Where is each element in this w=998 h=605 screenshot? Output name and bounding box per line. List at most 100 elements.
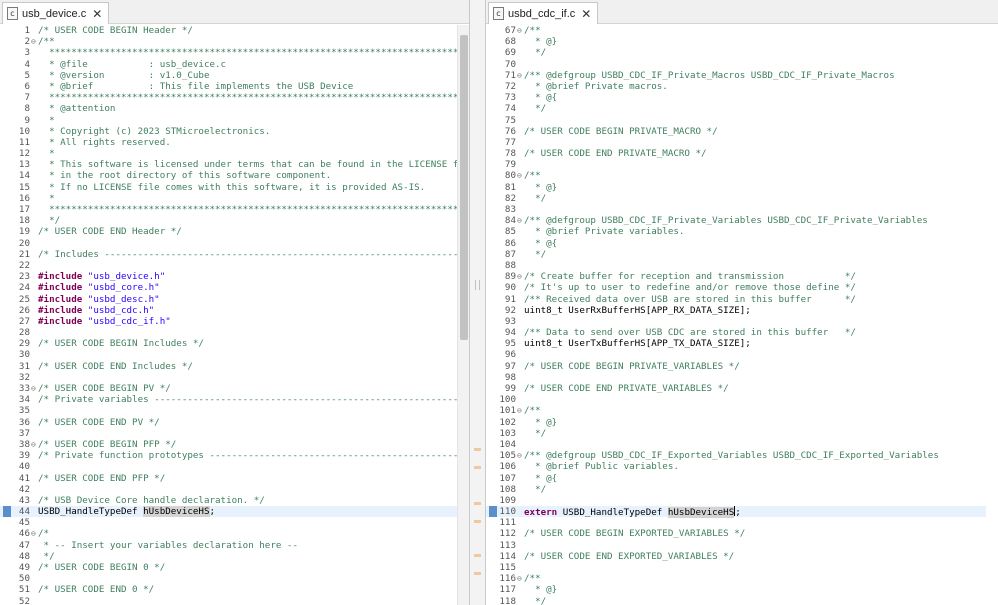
code-line[interactable]: 81 * @} — [486, 182, 986, 193]
code-line[interactable]: 83 — [486, 204, 986, 215]
code-line[interactable]: 112 /* USER CODE BEGIN EXPORTED_VARIABLES… — [486, 528, 986, 539]
code-line[interactable]: 41 /* USER CODE END PFP */ — [0, 473, 457, 484]
close-icon[interactable]: ✕ — [581, 7, 591, 21]
code-line[interactable]: 49 /* USER CODE BEGIN 0 */ — [0, 562, 457, 573]
code-line[interactable]: 82 */ — [486, 193, 986, 204]
code-line[interactable]: 95 uint8_t UserTxBufferHS[APP_TX_DATA_SIZ… — [486, 338, 986, 349]
fold-toggle-icon[interactable]: ⊖ — [31, 439, 38, 450]
code-line[interactable]: 94 /** Data to send over USB CDC are stor… — [486, 327, 986, 338]
code-line[interactable]: 48 */ — [0, 551, 457, 562]
code-line[interactable]: 20 — [0, 238, 457, 249]
code-line[interactable]: 9 * — [0, 115, 457, 126]
code-line[interactable]: 117 * @} — [486, 584, 986, 595]
code-line[interactable]: 109 — [486, 495, 986, 506]
scrollbar-thumb[interactable] — [460, 35, 468, 340]
code-line[interactable]: 77 — [486, 137, 986, 148]
code-line[interactable]: 93 — [486, 316, 986, 327]
code-line[interactable]: 45 — [0, 517, 457, 528]
code-line[interactable]: 75 — [486, 115, 986, 126]
code-line[interactable]: 85 * @brief Private variables. — [486, 226, 986, 237]
code-line[interactable]: 21 /* Includes --------------------------… — [0, 249, 469, 260]
code-line[interactable]: 98 — [486, 372, 986, 383]
code-line[interactable]: 38 ⊖/* USER CODE BEGIN PFP */ — [0, 439, 457, 450]
code-line[interactable]: 113 — [486, 540, 986, 551]
code-line[interactable]: 47 * -- Insert your variables declaratio… — [0, 540, 457, 551]
code-line[interactable]: 42 — [0, 484, 457, 495]
code-line[interactable]: 87 */ — [486, 249, 986, 260]
code-line[interactable]: 35 — [0, 405, 457, 416]
fold-toggle-icon[interactable]: ⊖ — [517, 405, 524, 416]
code-line[interactable]: 37 — [0, 428, 457, 439]
code-line[interactable]: 14 * in the root directory of this softw… — [0, 170, 457, 181]
code-line[interactable]: 46 ⊖/* — [0, 528, 457, 539]
code-line[interactable]: 39 /* Private function prototypes -------… — [0, 450, 469, 461]
code-line[interactable]: 2 ⊖/** — [0, 36, 457, 47]
code-line[interactable]: 72 * @brief Private macros. — [486, 81, 986, 92]
fold-toggle-icon[interactable]: ⊖ — [31, 383, 38, 394]
code-line[interactable]: 33 ⊖/* USER CODE BEGIN PV */ — [0, 383, 457, 394]
code-line[interactable]: 50 — [0, 573, 457, 584]
code-line[interactable]: 34 /* Private variables -----------------… — [0, 394, 469, 405]
code-line[interactable]: 103 */ — [486, 428, 986, 439]
code-line[interactable]: 100 — [486, 394, 986, 405]
code-line[interactable]: 25 #include "usbd_desc.h" — [0, 294, 457, 305]
code-line[interactable]: 111 — [486, 517, 986, 528]
code-line[interactable]: 116 ⊖/** — [486, 573, 986, 584]
code-line[interactable]: 114 /* USER CODE END EXPORTED_VARIABLES *… — [486, 551, 986, 562]
fold-toggle-icon[interactable]: ⊖ — [31, 528, 38, 539]
code-line[interactable]: 29 /* USER CODE BEGIN Includes */ — [0, 338, 457, 349]
editor-splitter[interactable] — [470, 0, 485, 605]
code-line[interactable]: 27 #include "usbd_cdc_if.h" — [0, 316, 457, 327]
fold-toggle-icon[interactable]: ⊖ — [517, 271, 524, 282]
tab-usbd-cdc-if-c[interactable]: c usbd_cdc_if.c ✕ — [488, 2, 599, 24]
code-line[interactable]: 16 * — [0, 193, 457, 204]
code-line[interactable]: 101 ⊖/** — [486, 405, 986, 416]
code-line[interactable]: 91 /** Received data over USB are stored … — [486, 294, 986, 305]
code-line[interactable]: 52 — [0, 596, 457, 605]
code-editor[interactable]: 67 ⊖/** 68 * @} 69 */70 71 ⊖/** @defgroup USB… — [486, 25, 986, 605]
code-line[interactable]: 18 */ — [0, 215, 457, 226]
code-line[interactable]: 102 * @} — [486, 417, 986, 428]
code-line[interactable]: 22 — [0, 260, 457, 271]
fold-toggle-icon[interactable]: ⊖ — [31, 36, 38, 47]
fold-toggle-icon[interactable]: ⊖ — [517, 573, 524, 584]
tab-usb-device-c[interactable]: c usb_device.c ✕ — [2, 2, 110, 24]
code-line[interactable]: 24 #include "usbd_core.h" — [0, 282, 457, 293]
code-line[interactable]: 89 ⊖/* Create buffer for reception and tr… — [486, 271, 986, 282]
code-line[interactable]: 19 /* USER CODE END Header */ — [0, 226, 457, 237]
code-line[interactable]: 15 * If no LICENSE file comes with this … — [0, 182, 457, 193]
fold-toggle-icon[interactable]: ⊖ — [517, 170, 524, 181]
code-line[interactable]: 4 * @file : usb_device.c — [0, 59, 457, 70]
fold-toggle-icon[interactable]: ⊖ — [517, 215, 524, 226]
code-line[interactable]: 107 * @{ — [486, 473, 986, 484]
vertical-scrollbar[interactable] — [457, 25, 469, 605]
code-line[interactable]: 6 * @brief : This file implements the US… — [0, 81, 457, 92]
code-line[interactable]: 73 * @{ — [486, 92, 986, 103]
code-line[interactable]: 118 */ — [486, 596, 986, 605]
code-line[interactable]: 70 — [486, 59, 986, 70]
code-line[interactable]: 12 * — [0, 148, 457, 159]
code-line[interactable]: 86 * @{ — [486, 238, 986, 249]
code-line[interactable]: 84 ⊖/** @defgroup USBD_CDC_IF_Private_Var… — [486, 215, 986, 226]
code-line[interactable]: 90 /* It's up to user to redefine and/or … — [486, 282, 986, 293]
code-line[interactable]: 5 * @version : v1.0_Cube — [0, 70, 457, 81]
code-line[interactable]: 115 — [486, 562, 986, 573]
code-line[interactable]: 1 /* USER CODE BEGIN Header */ — [0, 25, 457, 36]
current-line[interactable]: 44 USBD_HandleTypeDef hUsbDeviceHS; — [0, 506, 457, 518]
code-line[interactable]: 69 */ — [486, 47, 986, 58]
code-line[interactable]: 106 * @brief Public variables. — [486, 461, 986, 472]
code-line[interactable]: 68 * @} — [486, 36, 986, 47]
code-line[interactable]: 79 — [486, 159, 986, 170]
code-line[interactable]: 17 *************************************… — [0, 204, 469, 215]
code-line[interactable]: 80 ⊖/** — [486, 170, 986, 181]
code-line[interactable]: 10 * Copyright (c) 2023 STMicroelectroni… — [0, 126, 457, 137]
code-line[interactable]: 3 **************************************… — [0, 47, 469, 58]
code-line[interactable]: 13 * This software is licensed under ter… — [0, 159, 469, 170]
code-line[interactable]: 88 — [486, 260, 986, 271]
code-line[interactable]: 11 * All rights reserved. — [0, 137, 457, 148]
code-line[interactable]: 92 uint8_t UserRxBufferHS[APP_RX_DATA_SIZ… — [486, 305, 986, 316]
code-line[interactable]: 7 **************************************… — [0, 92, 469, 103]
code-line[interactable]: 51 /* USER CODE END 0 */ — [0, 584, 457, 595]
code-line[interactable]: 43 /* USB Device Core handle declaration.… — [0, 495, 457, 506]
fold-toggle-icon[interactable]: ⊖ — [517, 25, 524, 36]
